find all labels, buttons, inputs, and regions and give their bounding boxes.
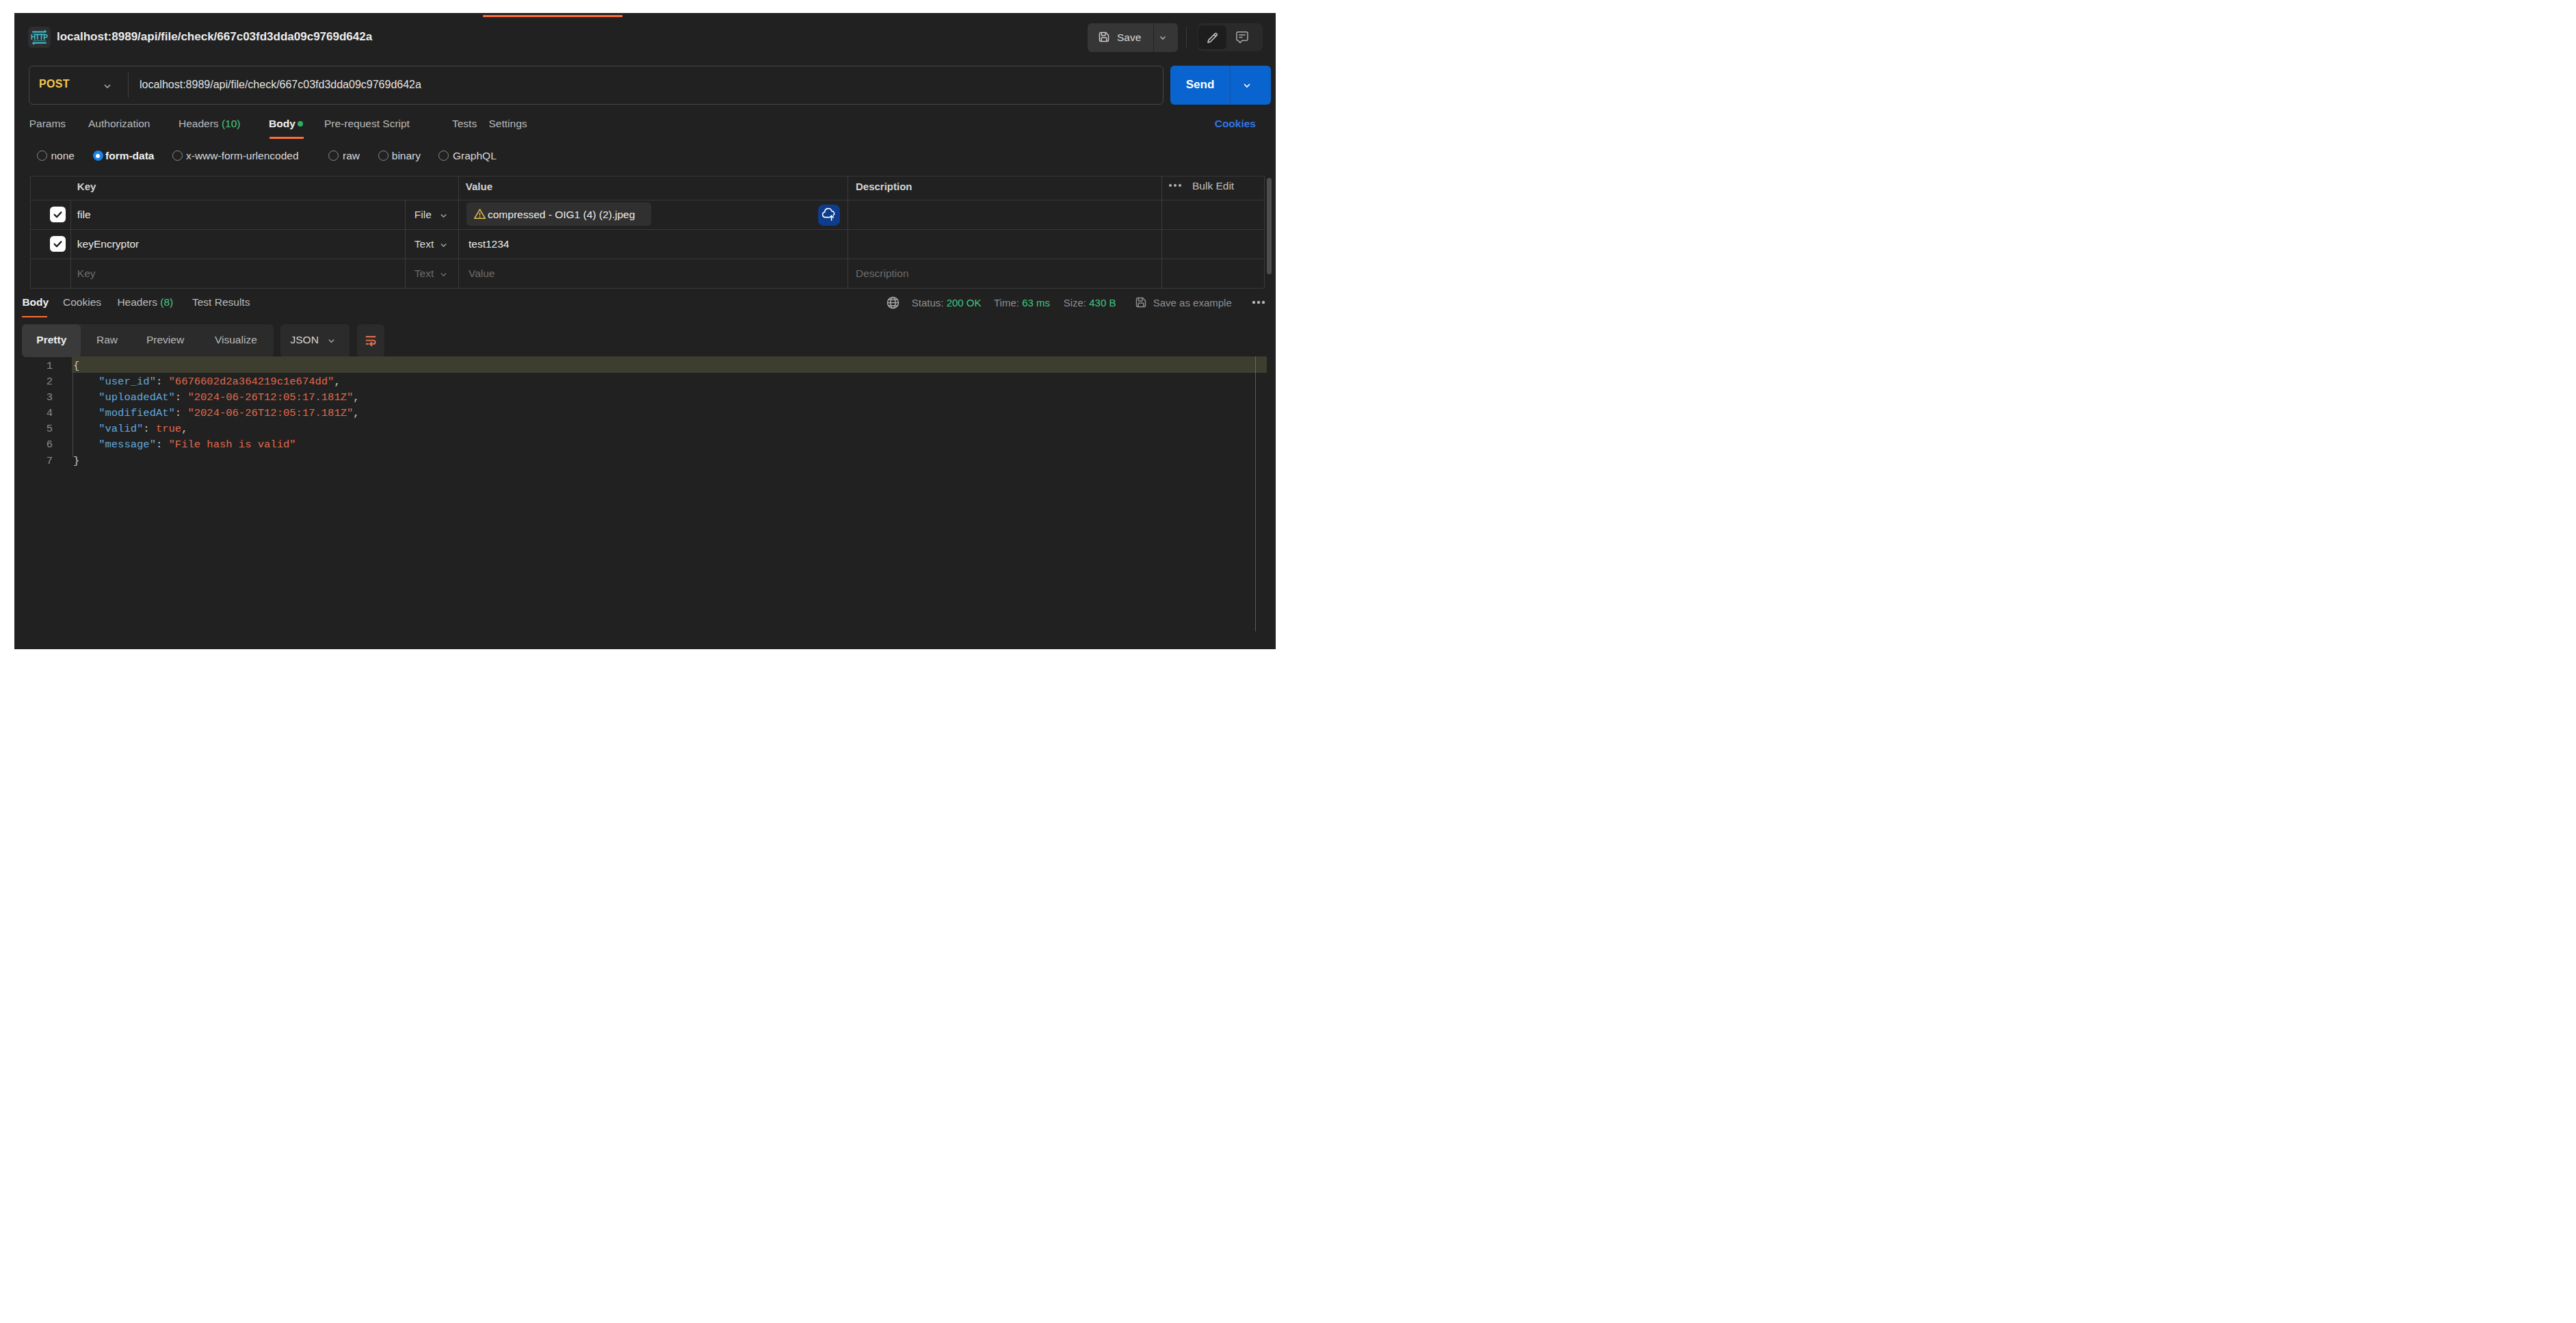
svg-text:HTTP: HTTP: [31, 34, 48, 41]
